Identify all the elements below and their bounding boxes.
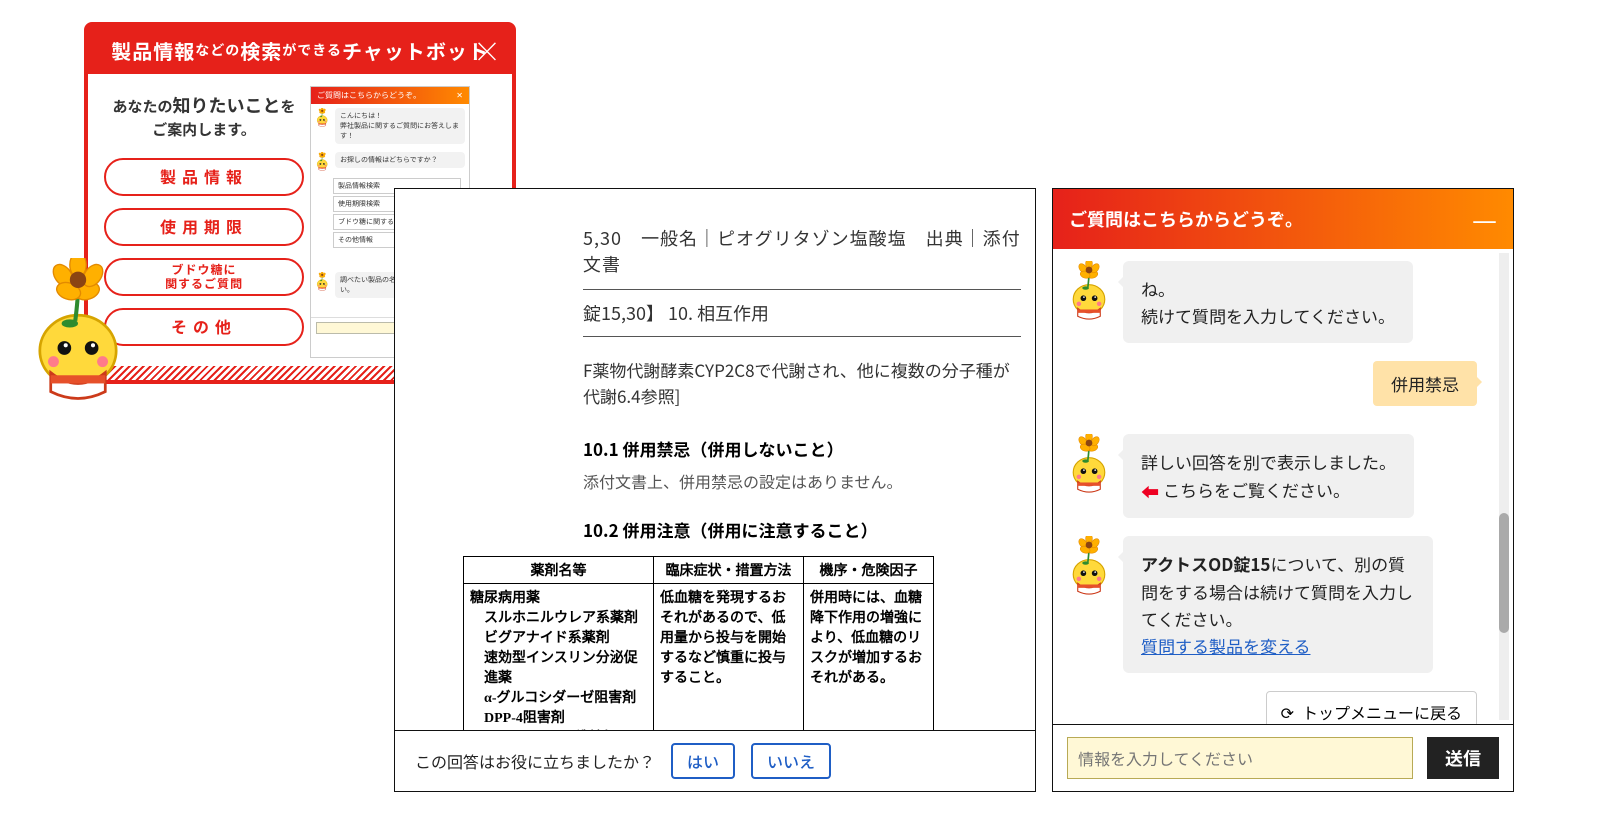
chat-input-bar: 送信 (1053, 724, 1513, 791)
table-header: 機序・危険因子 (804, 557, 934, 584)
chat-header: ご質問はこちらからどうぞ。 — (1053, 189, 1513, 249)
promo-title-5: チャットボット (342, 36, 489, 65)
bot-text: 詳しい回答を別で表示しました。 (1141, 449, 1396, 474)
mini-close-icon: ✕ (456, 90, 463, 101)
doc-heading-10-2: 10.2 併用注意（併用に注意すること） (583, 517, 1021, 542)
feedback-no-button[interactable]: いいえ (751, 743, 831, 779)
promo-lead: あなたの知りたいことを ご案内します。 (104, 92, 304, 142)
refresh-icon: ⟳ (1281, 700, 1294, 724)
table-header: 薬剤名等 (464, 557, 654, 584)
promo-header: 製品情報 などの 検索 ができる チャットボット × (88, 26, 512, 74)
promo-pill-expiry[interactable]: 使用期限 (104, 208, 304, 246)
doc-text-10-1: 添付文書上、併用禁忌の設定はありません。 (583, 469, 1021, 493)
chat-text-input[interactable] (1067, 737, 1413, 779)
left-arrow-icon: ⬅ (1141, 478, 1159, 507)
mascot-icon (1065, 434, 1113, 496)
doc-paragraph: F薬物代謝酵素CYP2C8で代謝され、他に複数の分子種が代謝6.4参照] (583, 357, 1021, 408)
doc-meta-line2: 錠15,30】 10. 相互作用 (583, 300, 1021, 337)
promo-title-1: 製品情報 (111, 36, 195, 65)
bot-text: 続けて質問を入力してください。 (1141, 303, 1395, 328)
promo-title-2: などの (195, 40, 240, 60)
bot-message-row: 詳しい回答を別で表示しました。 ⬅こちらをご覧ください。 (1065, 434, 1493, 518)
chat-panel: ご質問はこちらからどうぞ。 — ね。 続けて質問を入力してください。 併用禁忌 … (1052, 188, 1514, 792)
table-cell: 併用時には、血糖降下作用の増強により、低血糖のリスクが増加するおそれがある。 (804, 584, 934, 731)
feedback-yes-button[interactable]: はい (671, 743, 735, 779)
doc-heading-10-1: 10.1 併用禁忌（併用しないこと） (583, 436, 1021, 461)
table-cell: 糖尿病用薬 スルホニルウレア系薬剤 ビグアナイド系薬剤 速効型インスリン分泌促 … (464, 584, 654, 731)
mascot-icon (1065, 536, 1113, 598)
document-panel: 5,30 一般名｜ピオグリタゾン塩酸塩 出典｜添付文書 錠15,30】 10. … (394, 188, 1036, 792)
user-text: 併用禁忌 (1373, 361, 1477, 406)
user-message-row: 併用禁忌 (1065, 361, 1477, 406)
send-button[interactable]: 送信 (1427, 737, 1499, 779)
doc-meta-line1: 5,30 一般名｜ピオグリタゾン塩酸塩 出典｜添付文書 (583, 225, 1021, 290)
minimize-icon[interactable]: — (1472, 199, 1497, 239)
bot-text: こちらをご覧ください。 (1163, 477, 1350, 502)
table-header: 臨床症状・措置方法 (654, 557, 804, 584)
interaction-table: 薬剤名等 臨床症状・措置方法 機序・危険因子 糖尿病用薬 スルホニルウレア系薬剤… (463, 556, 934, 730)
change-product-link[interactable]: 質問する製品を変える (1141, 633, 1311, 658)
chat-title: ご質問はこちらからどうぞ。 (1069, 206, 1303, 232)
bot-text: ね。 (1141, 276, 1175, 301)
return-top-button[interactable]: ⟳ トップメニューに戻る (1266, 691, 1477, 724)
scrollbar[interactable] (1499, 253, 1509, 720)
mascot-large (18, 258, 138, 408)
promo-title-3: 検索 (240, 36, 282, 65)
document-footer: この回答はお役に立ちましたか？ はい いいえ (395, 730, 1035, 791)
close-icon[interactable]: × (473, 31, 502, 71)
promo-title-4: ができる (282, 40, 342, 60)
promo-pill-product[interactable]: 製品情報 (104, 158, 304, 196)
product-name: アクトスOD錠15 (1141, 551, 1270, 576)
mascot-icon (1065, 261, 1113, 323)
bot-message-row: ね。 続けて質問を入力してください。 (1065, 261, 1493, 343)
table-cell: 低血糖を発現するおそれがあるので、低用量から投与を開始するなど慎重に投与すること… (654, 584, 804, 731)
bot-message-row: アクトスOD錠15について、別の質問をする場合は続けて質問を入力してください。 … (1065, 536, 1493, 673)
feedback-label: この回答はお役に立ちましたか？ (415, 749, 655, 773)
